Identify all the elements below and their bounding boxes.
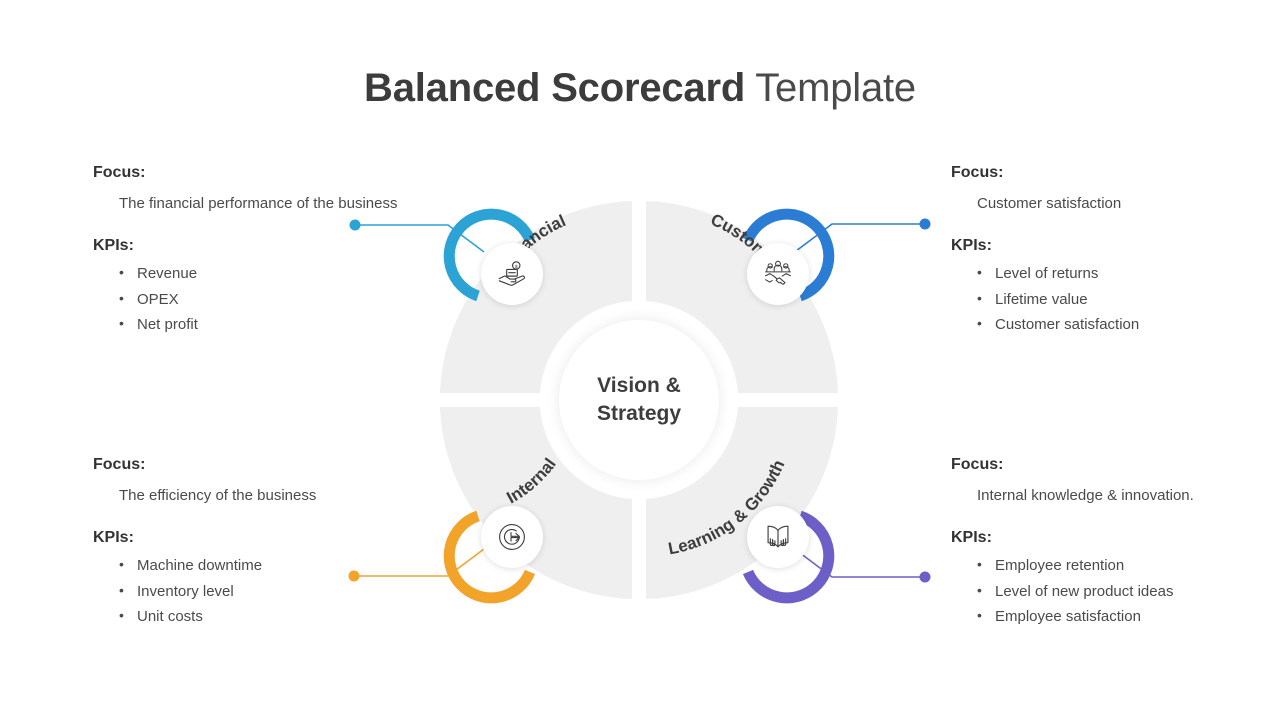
connector-learning: [795, 549, 924, 578]
kpis-label: KPIs:: [951, 237, 992, 254]
focus-text: The financial performance of the busines…: [119, 195, 398, 212]
kpi-item: Net profit: [119, 311, 453, 338]
hand-money-icon: $: [495, 257, 529, 291]
badge-customer[interactable]: [747, 243, 809, 305]
kpi-item: Employee satisfaction: [977, 603, 1280, 630]
focus-text: The efficiency of the business: [119, 487, 317, 504]
connector-dot-learning: [919, 571, 931, 583]
connector-dot-customer: [919, 218, 931, 230]
panel-financial: Focus: The financial performance of the …: [93, 162, 453, 338]
focus-label: Focus:: [951, 164, 1004, 181]
badge-financial[interactable]: $: [481, 243, 543, 305]
focus-label: Focus:: [93, 164, 146, 181]
vision-strategy-text: Vision & Strategy: [597, 372, 681, 428]
kpi-list: Employee retentionLevel of new product i…: [951, 552, 1280, 630]
kpi-item: OPEX: [119, 286, 453, 313]
kpi-item: Customer satisfaction: [977, 311, 1280, 338]
kpi-list: Machine downtimeInventory levelUnit cost…: [93, 552, 453, 630]
vision-line-2: Strategy: [596, 402, 682, 425]
panel-internal: Focus: The efficiency of the business KP…: [93, 454, 453, 630]
kpi-item: Revenue: [119, 260, 453, 287]
kpi-item: Employee retention: [977, 552, 1280, 579]
kpi-item: Inventory level: [119, 578, 453, 605]
kpis-label: KPIs:: [93, 529, 134, 546]
kpi-item: Level of returns: [977, 260, 1280, 287]
kpis-label: KPIs:: [93, 237, 134, 254]
vision-line-1: Vision &: [597, 374, 681, 397]
badge-learning[interactable]: [747, 506, 809, 568]
badge-internal[interactable]: [481, 506, 543, 568]
vision-strategy-center: Vision & Strategy: [559, 320, 719, 480]
focus-label: Focus:: [951, 456, 1004, 473]
kpi-item: Lifetime value: [977, 286, 1280, 313]
kpi-item: Machine downtime: [119, 552, 453, 579]
slide-canvas: Balanced Scorecard Template ancial Custo…: [0, 0, 1280, 720]
panel-learning: Focus: Internal knowledge & innovation. …: [951, 454, 1280, 630]
kpi-item: Level of new product ideas: [977, 578, 1280, 605]
kpis-label: KPIs:: [951, 529, 992, 546]
focus-text: Internal knowledge & innovation.: [977, 487, 1194, 504]
focus-text: Customer satisfaction: [977, 195, 1122, 212]
open-book-icon: [761, 520, 795, 554]
kpi-item: Unit costs: [119, 603, 453, 630]
kpi-list: Level of returnsLifetime valueCustomer s…: [951, 260, 1280, 338]
panel-customer: Focus: Customer satisfaction KPIs: Level…: [951, 162, 1280, 338]
handshake-people-icon: [761, 257, 795, 291]
kpi-list: RevenueOPEXNet profit: [93, 260, 453, 338]
process-cycle-icon: [495, 520, 529, 554]
focus-label: Focus:: [93, 456, 146, 473]
